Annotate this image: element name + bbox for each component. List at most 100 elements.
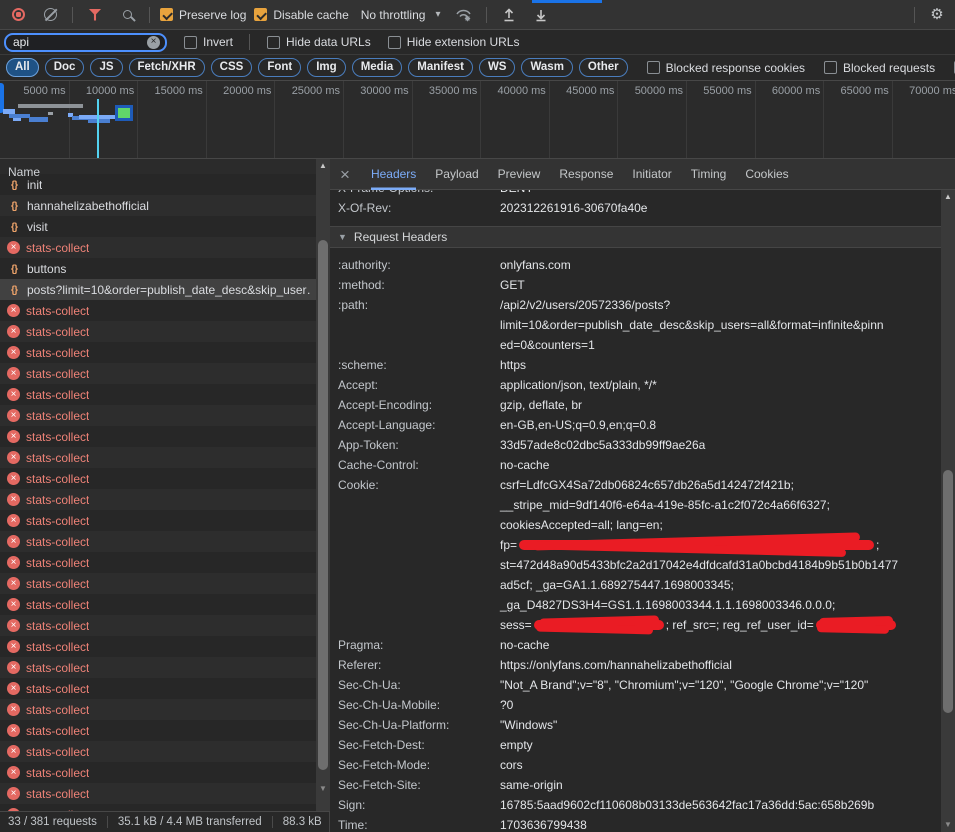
request-row[interactable]: ×stats-collect	[0, 468, 329, 489]
type-pill-font[interactable]: Font	[258, 58, 301, 77]
type-pill-all[interactable]: All	[6, 58, 39, 77]
filter-input[interactable]: api ×	[4, 33, 167, 52]
blocked-requests-checkbox[interactable]: Blocked requests	[824, 61, 935, 75]
type-pill-img[interactable]: Img	[307, 58, 345, 77]
request-row[interactable]: ×stats-collect	[0, 594, 329, 615]
type-pill-fetch-xhr[interactable]: Fetch/XHR	[129, 58, 205, 77]
request-row[interactable]: ×stats-collect	[0, 720, 329, 741]
header-value: cors	[500, 755, 523, 775]
hide-data-urls-checkbox[interactable]: Hide data URLs	[267, 35, 371, 49]
type-pill-doc[interactable]: Doc	[45, 58, 85, 77]
request-row[interactable]: ×stats-collect	[0, 615, 329, 636]
timeline-tick-label: 55000 ms	[703, 85, 751, 97]
type-pill-other[interactable]: Other	[579, 58, 628, 77]
request-row[interactable]: ×stats-collect	[0, 510, 329, 531]
hide-extension-urls-checkbox[interactable]: Hide extension URLs	[388, 35, 520, 49]
tab-cookies[interactable]: Cookies	[745, 159, 788, 190]
tab-headers[interactable]: Headers	[371, 159, 416, 190]
error-icon: ×	[7, 346, 20, 359]
request-row[interactable]: ×stats-collect	[0, 426, 329, 447]
scroll-down-icon[interactable]: ▼	[316, 782, 330, 796]
header-row: :path:/api2/v2/users/20572336/posts?limi…	[330, 295, 955, 355]
tab-initiator[interactable]: Initiator	[632, 159, 671, 190]
request-row[interactable]: ×stats-collect	[0, 531, 329, 552]
request-row[interactable]: {}buttons	[0, 258, 329, 279]
scroll-up-icon[interactable]: ▲	[316, 159, 330, 173]
header-value: https	[500, 355, 526, 375]
record-button[interactable]	[6, 3, 30, 27]
tab-preview[interactable]: Preview	[498, 159, 541, 190]
request-row[interactable]: ×stats-collect	[0, 741, 329, 762]
request-row[interactable]: {}posts?limit=10&order=publish_date_desc…	[0, 279, 329, 300]
disable-cache-checkbox[interactable]: Disable cache	[254, 8, 348, 22]
type-pill-css[interactable]: CSS	[211, 58, 253, 77]
tab-timing[interactable]: Timing	[691, 159, 727, 190]
request-row[interactable]: ×stats-collect	[0, 804, 329, 811]
request-row[interactable]: ×stats-collect	[0, 363, 329, 384]
preserve-log-checkbox[interactable]: Preserve log	[160, 8, 246, 22]
blocked-response-cookies-checkbox[interactable]: Blocked response cookies	[647, 61, 805, 75]
export-har-button[interactable]	[529, 3, 553, 27]
header-value-line: limit=10&order=publish_date_desc&skip_us…	[500, 315, 884, 335]
header-value: "Not_A Brand";v="8", "Chromium";v="120",…	[500, 675, 868, 695]
header-value: no-cache	[500, 635, 549, 655]
type-pill-wasm[interactable]: Wasm	[521, 58, 572, 77]
request-row[interactable]: ×stats-collect	[0, 321, 329, 342]
request-row[interactable]: ×stats-collect	[0, 678, 329, 699]
error-icon: ×	[7, 388, 20, 401]
filter-button[interactable]	[83, 3, 107, 27]
error-icon: ×	[7, 451, 20, 464]
header-value-line: no-cache	[500, 635, 549, 655]
type-pill-media[interactable]: Media	[352, 58, 403, 77]
throttling-select[interactable]: No throttling ▾	[357, 8, 445, 22]
request-row[interactable]: ×stats-collect	[0, 237, 329, 258]
request-row[interactable]: ×stats-collect	[0, 342, 329, 363]
header-name: Cache-Control:	[338, 455, 500, 475]
invert-checkbox[interactable]: Invert	[184, 35, 233, 49]
requests-scrollbar[interactable]: ▲ ▼	[316, 159, 330, 811]
import-har-button[interactable]	[497, 3, 521, 27]
request-row[interactable]: ×stats-collect	[0, 657, 329, 678]
request-headers-section-header[interactable]: ▼ Request Headers	[330, 226, 955, 248]
request-row[interactable]: ×stats-collect	[0, 489, 329, 510]
request-name: stats-collect	[26, 787, 89, 801]
request-row[interactable]: ×stats-collect	[0, 447, 329, 468]
error-icon: ×	[7, 577, 20, 590]
request-name: stats-collect	[26, 304, 89, 318]
search-button[interactable]	[115, 3, 139, 27]
request-row[interactable]: ×stats-collect	[0, 699, 329, 720]
request-row[interactable]: ×stats-collect	[0, 405, 329, 426]
request-row[interactable]: ×stats-collect	[0, 636, 329, 657]
request-row[interactable]: ×stats-collect	[0, 783, 329, 804]
json-icon: {}	[7, 200, 21, 212]
request-row[interactable]: {}hannahelizabethofficial	[0, 195, 329, 216]
scroll-down-icon[interactable]: ▼	[941, 818, 955, 832]
error-icon: ×	[7, 367, 20, 380]
type-pill-manifest[interactable]: Manifest	[408, 58, 473, 77]
settings-button[interactable]: ⚙	[925, 3, 949, 27]
scrollbar-thumb[interactable]	[943, 470, 953, 713]
clear-button[interactable]	[38, 3, 62, 27]
request-row[interactable]: ×stats-collect	[0, 552, 329, 573]
network-conditions-button[interactable]	[452, 3, 476, 27]
request-row[interactable]: {}visit	[0, 216, 329, 237]
timeline-overview[interactable]: 5000 ms10000 ms15000 ms20000 ms25000 ms3…	[0, 81, 955, 159]
close-icon[interactable]: ×	[340, 166, 350, 183]
header-row: Accept-Language:en-GB,en-US;q=0.9,en;q=0…	[330, 415, 955, 435]
scrollbar-thumb[interactable]	[318, 240, 328, 770]
tab-response[interactable]: Response	[559, 159, 613, 190]
headers-scrollbar[interactable]: ▲ ▼	[941, 190, 955, 832]
scroll-up-icon[interactable]: ▲	[941, 190, 955, 204]
request-row[interactable]: {}init	[0, 174, 329, 195]
header-row: Sec-Fetch-Site:same-origin	[330, 775, 955, 795]
header-value-line: 202312261916-30670fa40e	[500, 198, 647, 218]
clear-filter-icon[interactable]: ×	[147, 36, 160, 49]
type-pill-ws[interactable]: WS	[479, 58, 516, 77]
header-value: "Windows"	[500, 715, 557, 735]
tab-payload[interactable]: Payload	[435, 159, 478, 190]
request-row[interactable]: ×stats-collect	[0, 573, 329, 594]
request-row[interactable]: ×stats-collect	[0, 300, 329, 321]
request-row[interactable]: ×stats-collect	[0, 384, 329, 405]
request-row[interactable]: ×stats-collect	[0, 762, 329, 783]
type-pill-js[interactable]: JS	[90, 58, 122, 77]
